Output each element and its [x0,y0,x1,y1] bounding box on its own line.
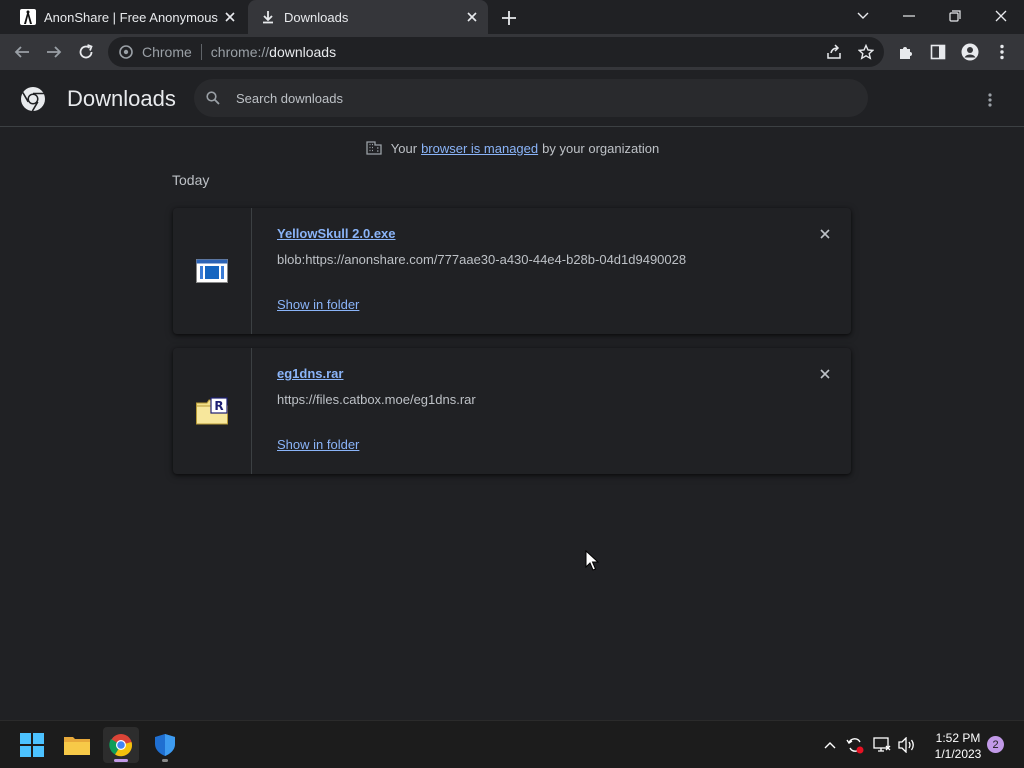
sync-alert-icon [846,738,864,754]
back-button[interactable] [8,38,36,66]
chrome-taskbar-button[interactable] [103,727,139,763]
svg-text:R: R [214,399,223,413]
folder-icon [64,737,90,755]
download-item: R eg1dns.rar https://files.catbox.moe/eg… [173,348,851,474]
windows-logo-icon [20,733,44,757]
tab-close-icon[interactable] [462,7,482,27]
plus-icon [502,11,516,25]
date-section-label: Today [172,172,210,188]
speaker-icon [898,737,914,753]
side-panel-icon [930,44,946,60]
chrome-site-icon[interactable] [118,44,134,60]
chevron-down-icon [857,12,869,19]
tab-anonshare[interactable]: AnonShare | Free Anonymous File Sharing [8,0,246,34]
notification-badge[interactable]: 2 [987,736,1004,753]
url-host: downloads [269,44,337,60]
clock-time: 1:52 PM [935,731,981,745]
search-box[interactable] [194,79,868,117]
managed-prefix: Your [390,140,418,156]
exe-file-icon [196,259,228,283]
windows-security-button[interactable] [147,727,183,763]
search-icon [204,89,222,107]
forward-arrow-icon [47,46,62,58]
kebab-menu-icon [1000,44,1004,60]
share-icon [827,44,841,59]
close-icon [995,10,1007,22]
building-icon [365,139,383,157]
sync-status-button[interactable] [845,735,865,755]
downloads-header: Downloads [0,70,1024,127]
show-in-folder-link[interactable]: Show in folder [277,437,359,452]
windows-taskbar: 1:52 PM 1/1/2023 [0,720,1024,768]
forward-button[interactable] [40,38,68,66]
file-icon-area [173,208,252,334]
tab-downloads[interactable]: Downloads [248,0,488,34]
chrome-menu-button[interactable] [988,38,1016,66]
page-title: Downloads [67,86,176,111]
omnibox-chip: Chrome [142,44,192,60]
new-tab-button[interactable] [498,7,520,29]
reload-button[interactable] [72,38,100,66]
minimize-icon [903,15,915,17]
network-icon [873,737,891,752]
reload-icon [79,44,93,59]
download-source-url: blob:https://anonshare.com/777aae30-a430… [277,252,687,267]
minimize-button[interactable] [894,2,924,30]
address-bar[interactable]: Chrome chrome:// downloads [108,37,884,67]
managed-suffix: by your organization [542,140,660,156]
chrome-icon [109,734,133,757]
download-file-name-link[interactable]: eg1dns.rar [277,366,343,381]
start-button[interactable] [14,727,50,763]
network-button[interactable] [872,735,892,755]
tab-title: Downloads [284,9,349,25]
clock-date: 1/1/2023 [934,747,982,761]
side-panel-button[interactable] [924,38,952,66]
bookmark-button[interactable] [852,38,880,66]
downloads-more-button[interactable] [978,88,1002,112]
download-favicon-icon [260,9,276,25]
file-icon-area: R [173,348,252,474]
close-icon [820,369,830,379]
download-source-url: https://files.catbox.moe/eg1dns.rar [277,392,476,407]
extensions-button[interactable] [892,38,920,66]
omnibox-separator [200,44,202,60]
show-hidden-icons-button[interactable] [820,735,840,755]
browser-toolbar: Chrome chrome:// downloads [0,34,1024,70]
volume-button[interactable] [897,735,917,755]
tab-title: AnonShare | Free Anonymous File Sharing [44,9,220,25]
rar-file-icon: R [196,397,228,425]
puzzle-icon [900,47,912,59]
profile-button[interactable] [956,38,984,66]
chevron-up-icon [824,742,836,749]
restore-button[interactable] [940,2,970,30]
remove-download-button[interactable] [815,224,835,244]
kebab-menu-icon [988,93,992,107]
shield-icon [155,734,175,756]
back-arrow-icon [14,46,29,58]
close-icon [820,229,830,239]
share-button[interactable] [820,38,848,66]
download-file-name-link[interactable]: YellowSkull 2.0.exe [277,226,396,241]
download-item: YellowSkull 2.0.exe blob:https://anonsha… [173,208,851,334]
anonshare-favicon-icon [20,9,36,25]
taskbar-clock[interactable]: 1:52 PM 1/1/2023 [928,730,988,762]
file-explorer-button[interactable] [59,727,95,763]
star-icon [858,44,874,60]
managed-banner: Your browser is managed by your organiza… [0,138,1024,158]
show-in-folder-link[interactable]: Show in folder [277,297,359,312]
avatar-icon [961,43,979,61]
close-window-button[interactable] [986,2,1016,30]
tab-search-button[interactable] [848,2,878,30]
active-app-indicator [114,759,128,762]
tab-close-icon[interactable] [220,7,240,27]
tab-strip: AnonShare | Free Anonymous File Sharing … [0,0,1024,34]
remove-download-button[interactable] [815,364,835,384]
restore-icon [949,10,961,22]
mouse-cursor-icon [585,550,599,571]
browser-managed-link[interactable]: browser is managed [421,141,538,156]
chrome-logo-icon [21,87,45,112]
search-input[interactable] [236,90,836,106]
running-app-indicator [162,759,168,762]
url-scheme: chrome:// [210,44,270,60]
